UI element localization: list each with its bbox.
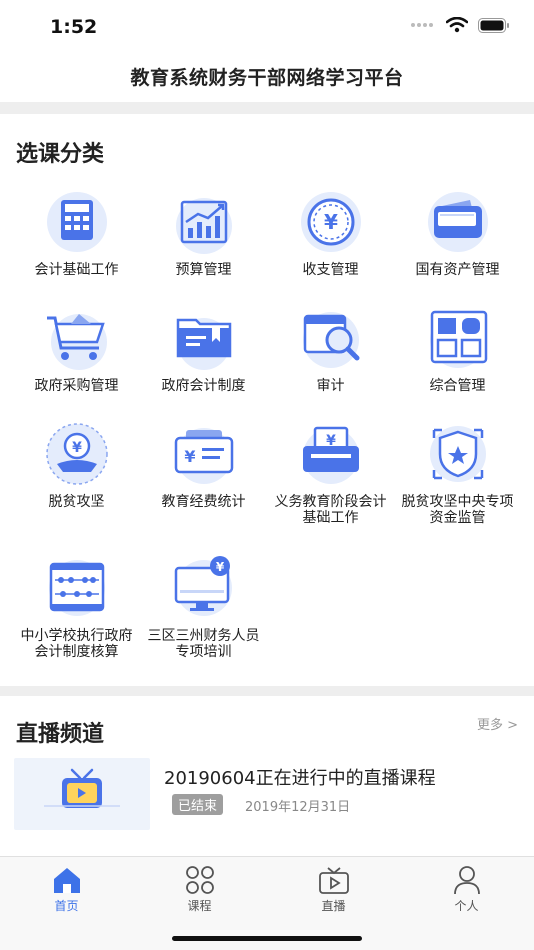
page-title: 教育系统财务干部网络学习平台 [130, 67, 404, 89]
wifi-icon [446, 17, 468, 33]
status-bar: 1:52 [0, 0, 534, 56]
category-label: 三区三州财务人员专项培训 [147, 628, 260, 660]
category-item-compulsory-education[interactable]: ¥ 义务教育阶段会计基础工作 [264, 418, 397, 526]
signal-icon [411, 23, 433, 27]
calculator-icon [46, 192, 107, 252]
more-link[interactable]: 更多 > [477, 714, 518, 733]
category-label: 预算管理 [175, 262, 232, 278]
tab-label: 课程 [187, 899, 212, 913]
live-date: 2019年12月31日 [245, 800, 351, 815]
category-label: 国有资产管理 [415, 262, 500, 278]
svg-text:¥: ¥ [215, 560, 224, 574]
category-item-special-training[interactable]: ¥ 三区三州财务人员专项培训 [137, 552, 270, 660]
category-label: 脱贫攻坚中央专项资金监管 [401, 494, 514, 526]
shopping-cart-icon [46, 314, 107, 370]
tv-icon [44, 768, 120, 808]
status-badge: 已结束 [172, 794, 224, 815]
category-item-school-accounting[interactable]: 中小学校执行政府会计制度核算 [10, 552, 143, 660]
wallet-icon [427, 192, 488, 252]
category-item-state-assets[interactable]: 国有资产管理 [391, 186, 524, 278]
battery-icon [478, 17, 509, 33]
live-section-title: 直播频道 [16, 722, 105, 747]
category-label: 政府采购管理 [34, 378, 119, 394]
user-icon [453, 866, 480, 895]
tab-label: 首页 [54, 899, 79, 913]
tab-live[interactable]: 直播 [267, 865, 400, 914]
app-header: 教育系统财务干部网络学习平台 [0, 56, 534, 102]
svg-text:¥: ¥ [324, 210, 338, 234]
abacus-icon [48, 560, 105, 616]
status-icons [410, 17, 510, 33]
status-time: 1:52 [50, 16, 98, 38]
category-item-budget[interactable]: 预算管理 [137, 186, 270, 278]
category-label: 中小学校执行政府会计制度核算 [20, 628, 133, 660]
category-section-title: 选课分类 [16, 142, 105, 167]
tab-home[interactable]: 首页 [0, 865, 133, 914]
courses-grid-icon [185, 866, 214, 894]
tab-courses[interactable]: 课程 [133, 865, 266, 914]
category-label: 义务教育阶段会计基础工作 [274, 494, 387, 526]
section-divider [0, 102, 534, 114]
category-item-general-management[interactable]: 综合管理 [391, 302, 524, 394]
category-item-gov-accounting[interactable]: 政府会计制度 [137, 302, 270, 394]
shield-star-icon [429, 426, 486, 482]
folder-icon [176, 318, 231, 370]
money-printer-icon: ¥ [302, 426, 359, 484]
tab-label: 个人 [454, 899, 479, 913]
home-indicator [172, 936, 362, 941]
category-label: 综合管理 [429, 378, 486, 394]
cash-icon: ¥ [174, 428, 233, 484]
category-item-audit[interactable]: 审计 [264, 302, 397, 394]
category-label: 政府会计制度 [161, 378, 246, 394]
magnifier-document-icon [302, 312, 359, 368]
section-divider [0, 686, 534, 696]
bar-chart-icon [175, 198, 232, 254]
home-icon [53, 868, 80, 893]
category-label: 审计 [316, 378, 345, 394]
tv-icon [318, 867, 349, 894]
category-label: 教育经费统计 [161, 494, 246, 510]
grid-icon [429, 310, 487, 368]
category-label: 脱贫攻坚 [48, 494, 105, 510]
category-item-income-expense[interactable]: ¥ 收支管理 [264, 186, 397, 278]
monitor-yuan-icon: ¥ [174, 556, 232, 616]
live-thumbnail [14, 758, 150, 830]
svg-text:¥: ¥ [184, 447, 195, 466]
live-list-item[interactable]: 20190604正在进行中的直播课程 已结束 2019年12月31日 [14, 758, 520, 834]
category-item-procurement[interactable]: 政府采购管理 [10, 302, 143, 394]
category-item-education-funds[interactable]: ¥ 教育经费统计 [137, 418, 270, 510]
category-item-fund-supervision[interactable]: 脱贫攻坚中央专项资金监管 [391, 418, 524, 526]
category-item-accounting-basics[interactable]: 会计基础工作 [10, 186, 143, 278]
category-label: 会计基础工作 [34, 262, 119, 278]
tab-profile[interactable]: 个人 [400, 865, 533, 914]
yuan-coin-icon: ¥ [300, 192, 361, 252]
svg-text:¥: ¥ [72, 440, 82, 456]
tab-label: 直播 [321, 899, 346, 913]
category-item-poverty-alleviation[interactable]: ¥ 脱贫攻坚 [10, 418, 143, 510]
coin-hand-icon: ¥ [45, 423, 108, 485]
live-course-title: 20190604正在进行中的直播课程 [164, 768, 436, 789]
category-label: 收支管理 [302, 262, 359, 278]
